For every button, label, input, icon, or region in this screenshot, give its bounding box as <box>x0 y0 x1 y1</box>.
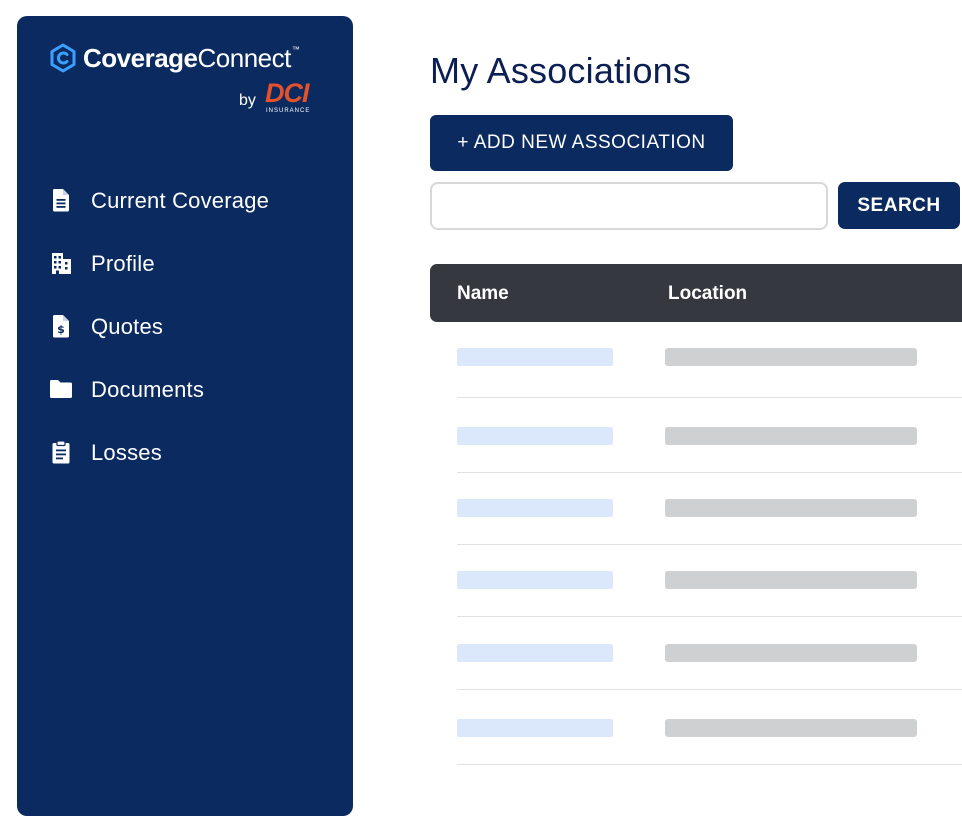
document-icon <box>53 189 69 212</box>
row-divider <box>457 764 962 765</box>
column-header-location[interactable]: Location <box>668 283 747 305</box>
location-placeholder <box>665 427 917 445</box>
location-placeholder <box>665 719 917 737</box>
brand-name: CoverageConnect™ <box>83 43 300 73</box>
sidebar-item-documents[interactable]: Documents <box>49 373 329 436</box>
location-placeholder <box>665 571 917 589</box>
folder-icon <box>50 380 72 398</box>
row-divider <box>457 616 962 617</box>
name-placeholder <box>457 644 613 662</box>
coverageconnect-mark-icon <box>50 43 76 73</box>
row-divider <box>457 544 962 545</box>
name-placeholder <box>457 571 613 589</box>
column-header-name[interactable]: Name <box>457 283 509 305</box>
location-placeholder <box>665 348 917 366</box>
sidebar-item-label: Quotes <box>91 314 164 339</box>
page-title: My Associations <box>430 50 692 91</box>
sidebar-item-profile[interactable]: Profile <box>49 247 329 310</box>
name-placeholder <box>457 348 613 366</box>
sidebar-item-label: Losses <box>91 440 162 465</box>
sidebar-item-label: Profile <box>91 251 155 276</box>
sidebar-item-losses[interactable]: Losses <box>49 436 329 499</box>
row-divider <box>457 689 962 690</box>
row-divider <box>457 397 962 398</box>
search-button[interactable]: SEARCH <box>838 182 960 229</box>
search-input[interactable] <box>430 182 828 230</box>
clipboard-icon <box>52 440 70 464</box>
name-placeholder <box>457 499 613 517</box>
sidebar-nav: Current Coverage Profile $ Quotes Docume… <box>49 184 329 499</box>
building-icon <box>52 253 71 274</box>
sidebar-item-label: Documents <box>91 377 205 402</box>
by-label: by <box>239 92 256 109</box>
name-placeholder <box>457 427 613 445</box>
sidebar: CoverageConnect™ by DCI INSURANCE Curren… <box>17 16 353 816</box>
table-header: Name Location <box>430 264 962 322</box>
row-divider <box>457 472 962 473</box>
location-placeholder <box>665 644 917 662</box>
location-placeholder <box>665 499 917 517</box>
coverageconnect-logo[interactable]: CoverageConnect™ by DCI INSURANCE <box>47 42 327 122</box>
sidebar-item-label: Current Coverage <box>91 188 270 213</box>
svg-text:$: $ <box>57 323 65 336</box>
add-new-association-button[interactable]: + ADD NEW ASSOCIATION <box>430 115 733 171</box>
dci-insurance-logo: DCI INSURANCE <box>265 78 311 115</box>
sidebar-item-current-coverage[interactable]: Current Coverage <box>49 184 329 247</box>
dollar-document-icon: $ <box>53 315 69 338</box>
sidebar-item-quotes[interactable]: $ Quotes <box>49 310 329 373</box>
name-placeholder <box>457 719 613 737</box>
